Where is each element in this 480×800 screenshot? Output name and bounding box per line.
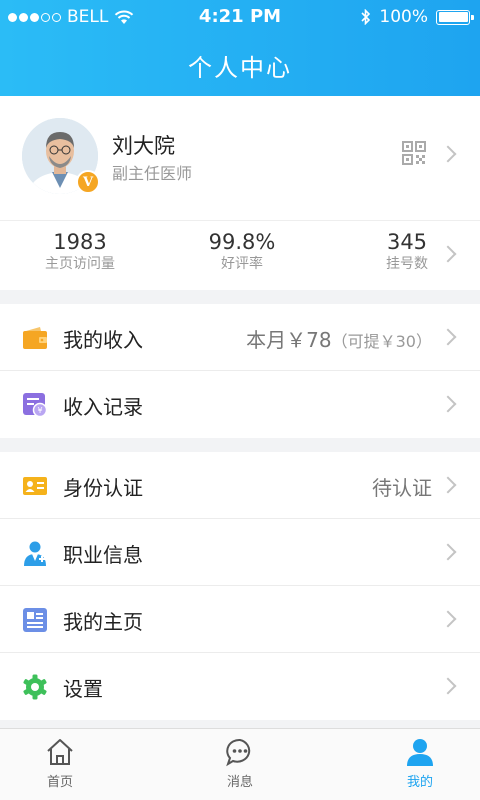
tab-label: 消息 <box>226 775 253 790</box>
withdrawable-amount: （可提￥30） <box>331 332 432 351</box>
settings-label: 设置 <box>63 677 103 701</box>
stat-label: 好评率 <box>221 256 263 272</box>
bluetooth-icon <box>361 9 371 25</box>
stat-label: 主页访问量 <box>45 256 115 272</box>
stat-registrations[interactable]: 345 挂号数 <box>364 229 450 273</box>
doctor-title: 副主任医师 <box>112 164 193 183</box>
profile-card[interactable]: V 刘大院 副主任医师 <box>0 96 480 220</box>
my-homepage-row[interactable]: 我的主页 <box>0 586 480 653</box>
stat-value: 1983 <box>53 230 107 254</box>
stat-value: 99.8% <box>208 230 276 254</box>
battery-fill <box>438 12 468 22</box>
homepage-document-icon <box>23 608 47 632</box>
message-icon <box>226 738 251 767</box>
career-info-row[interactable]: 职业信息 <box>0 519 480 586</box>
stats-bar[interactable]: 1983 主页访问量 99.8% 好评率 345 挂号数 <box>0 220 480 290</box>
identity-label: 身份认证 <box>63 476 143 500</box>
identity-verification-row[interactable]: 身份认证 待认证 <box>0 452 480 519</box>
id-card-icon <box>23 477 47 495</box>
tab-label: 我的 <box>406 775 433 790</box>
income-section: 我的收入 本月￥78（可提￥30） ¥ 收入记录 <box>0 304 480 438</box>
income-records-label: 收入记录 <box>63 395 143 419</box>
doctor-icon <box>24 541 46 566</box>
battery-icon <box>436 9 474 25</box>
user-icon <box>407 739 433 766</box>
wallet-icon <box>23 327 47 349</box>
income-record-icon: ¥ <box>23 393 48 418</box>
tab-label: 首页 <box>46 775 73 790</box>
chevron-right-icon[interactable] <box>439 677 457 695</box>
chevron-right-icon[interactable] <box>439 476 457 494</box>
chevron-right-icon[interactable] <box>439 610 457 628</box>
stat-label: 挂号数 <box>386 256 428 272</box>
income-value: 本月￥78（可提￥30） <box>246 324 432 353</box>
home-icon <box>47 739 73 765</box>
chevron-right-icon[interactable] <box>439 395 457 413</box>
settings-row[interactable]: 设置 <box>0 653 480 720</box>
status-bar: BELL 4:21 PM 100% <box>0 0 480 34</box>
tab-messages[interactable]: 消息 <box>200 737 280 790</box>
status-right: 100% <box>361 7 474 27</box>
tab-bar: 首页 消息 我的 <box>0 728 480 800</box>
verified-badge: V <box>76 170 100 194</box>
tab-home[interactable]: 首页 <box>20 737 100 790</box>
chevron-right-icon[interactable] <box>439 145 457 163</box>
qr-code-icon[interactable] <box>402 141 426 165</box>
gear-icon <box>23 674 47 700</box>
my-income-row[interactable]: 我的收入 本月￥78（可提￥30） <box>0 304 480 371</box>
stat-rating[interactable]: 99.8% 好评率 <box>190 229 294 273</box>
chevron-right-icon[interactable] <box>439 543 457 561</box>
stat-visits[interactable]: 1983 主页访问量 <box>28 229 132 273</box>
svg-text:¥: ¥ <box>37 406 42 415</box>
tab-mine[interactable]: 我的 <box>380 737 460 790</box>
income-records-row[interactable]: ¥ 收入记录 <box>0 371 480 438</box>
stat-value: 345 <box>386 230 428 254</box>
header: BELL 4:21 PM 100% 个人中心 <box>0 0 480 96</box>
menu-section: 身份认证 待认证 职业信息 我的主页 设置 <box>0 452 480 720</box>
career-label: 职业信息 <box>63 543 143 567</box>
page-title: 个人中心 <box>188 54 292 82</box>
identity-status: 待认证 <box>372 476 432 500</box>
homepage-label: 我的主页 <box>63 610 143 634</box>
chevron-right-icon[interactable] <box>439 328 457 346</box>
my-income-label: 我的收入 <box>63 328 143 352</box>
doctor-name: 刘大院 <box>112 134 175 158</box>
month-income: 本月￥78 <box>246 328 332 352</box>
battery-percent: 100% <box>379 7 428 27</box>
